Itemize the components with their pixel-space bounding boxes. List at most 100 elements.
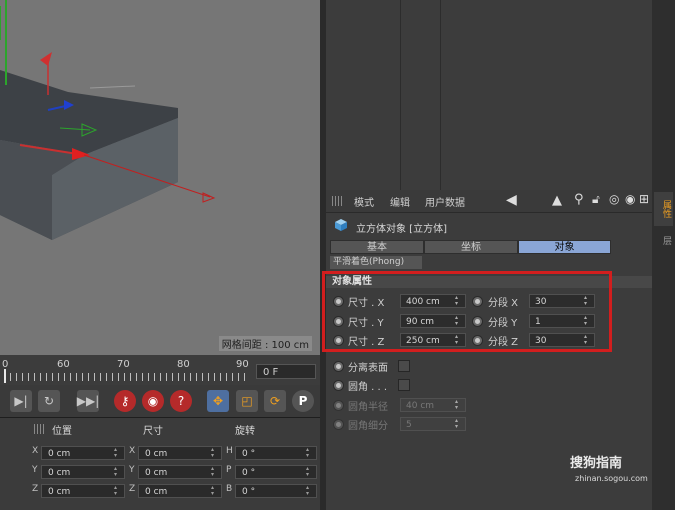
size-axis-label: Y	[129, 465, 135, 475]
animate-radio[interactable]	[333, 296, 344, 307]
viewport-scene	[0, 0, 216, 240]
rotation-b-field[interactable]: 0 °	[235, 484, 317, 498]
size-z-label: 尺寸 . Z	[348, 337, 385, 348]
viewport[interactable]: 网格间距 : 100 cm	[0, 0, 320, 355]
timeline-tick: 90	[236, 359, 249, 370]
side-tab-strip: 属性 层	[652, 0, 675, 510]
menu-mode[interactable]: 模式	[354, 194, 374, 209]
current-frame-field[interactable]: 0 F	[256, 364, 316, 379]
search-icon[interactable]: ⚲	[574, 192, 584, 207]
tab-object[interactable]: 对象	[518, 240, 611, 254]
animate-radio	[333, 400, 344, 411]
p-icon: P	[298, 394, 308, 408]
key-icon: ⚷	[120, 394, 130, 408]
separate-surfaces-checkbox[interactable]	[398, 360, 410, 372]
parameter-key-button[interactable]: P	[292, 390, 314, 412]
panel-grip-icon[interactable]	[332, 196, 344, 206]
position-z-field[interactable]: 0 cm	[41, 484, 125, 498]
menu-user-data[interactable]: 用户数据	[425, 194, 465, 209]
rot-axis-label: P	[226, 465, 232, 475]
size-z-field[interactable]: 250 cm	[400, 333, 466, 347]
scale-key-button[interactable]: ◰	[236, 390, 258, 412]
question-icon: ?	[177, 394, 185, 408]
segments-y-label: 分段 Y	[488, 318, 518, 329]
timeline-tick: 80	[177, 359, 190, 370]
transport-bar: ▶| ↻ ▶▶| ⚷ ◉ ? ✥ ◰ ⟳ P	[0, 385, 320, 417]
side-tab-layers[interactable]: 层	[654, 230, 673, 250]
coords-row-x: X 0 cm X 0 cm H 0 °	[0, 446, 320, 462]
animate-radio[interactable]	[333, 316, 344, 327]
position-x-field[interactable]: 0 cm	[41, 446, 125, 460]
pos-axis-label: X	[32, 446, 39, 456]
timeline[interactable]: 0 60 70 80 90 0 F	[0, 355, 320, 385]
timeline-playhead[interactable]	[4, 369, 6, 383]
coords-header-rotation: 旋转	[235, 426, 255, 437]
move-icon: ✥	[212, 394, 224, 408]
size-y-field[interactable]: 0 cm	[138, 465, 222, 479]
animate-radio[interactable]	[333, 361, 344, 372]
rotation-p-field[interactable]: 0 °	[235, 465, 317, 479]
play-forward-button[interactable]: ▶|	[10, 390, 32, 412]
auto-key-button[interactable]: ◉	[142, 390, 164, 412]
record-key-button[interactable]: ⚷	[114, 390, 136, 412]
new-panel-icon[interactable]: ⊞	[639, 192, 649, 206]
fillet-radius-field: 40 cm	[400, 398, 466, 412]
tab-basic[interactable]: 基本	[330, 240, 424, 254]
menu-edit[interactable]: 编辑	[390, 194, 410, 209]
tab-phong[interactable]: 平滑着色(Phong)	[330, 256, 422, 269]
size-axis-label: X	[129, 446, 136, 456]
pos-axis-label: Z	[32, 484, 39, 494]
animate-radio[interactable]	[333, 335, 344, 346]
watermark-url: zhinan.sogou.com	[575, 474, 648, 483]
segments-z-field[interactable]: 30	[529, 333, 595, 347]
target-icon[interactable]: ◎	[609, 192, 619, 206]
back-arrow-icon[interactable]: ◀	[506, 192, 517, 208]
timeline-ruler[interactable]	[4, 373, 248, 381]
cube-object-icon	[335, 219, 347, 231]
size-z-field[interactable]: 0 cm	[138, 484, 222, 498]
object-manager[interactable]	[326, 0, 652, 190]
fillet-label: 圆角 . . .	[348, 382, 388, 393]
timeline-tick: 60	[57, 359, 70, 370]
panel-grip-icon[interactable]	[34, 424, 46, 434]
coords-row-z: Z 0 cm Z 0 cm B 0 °	[0, 484, 320, 500]
fillet-checkbox[interactable]	[398, 379, 410, 391]
size-y-field[interactable]: 90 cm	[400, 314, 466, 328]
separate-surfaces-label: 分离表面	[348, 363, 388, 374]
skip-end-icon: ▶▶|	[76, 394, 100, 408]
segments-x-label: 分段 X	[488, 298, 519, 309]
fillet-subdivision-field: 5	[400, 417, 466, 431]
timeline-tick: 70	[117, 359, 130, 370]
size-x-field[interactable]: 400 cm	[400, 294, 466, 308]
lock-icon[interactable]: 🔓︎	[592, 192, 600, 207]
side-tab-attributes[interactable]: 属性	[654, 192, 673, 226]
segments-y-field[interactable]: 1	[529, 314, 595, 328]
go-to-end-button[interactable]: ▶▶|	[77, 390, 99, 412]
size-y-label: 尺寸 . Y	[348, 318, 384, 329]
rotation-h-field[interactable]: 0 °	[235, 446, 317, 460]
animate-radio	[333, 419, 344, 430]
segments-z-label: 分段 Z	[488, 337, 519, 348]
move-key-button[interactable]: ✥	[207, 390, 229, 412]
animate-radio[interactable]	[333, 380, 344, 391]
animate-radio[interactable]	[472, 296, 483, 307]
rotate-key-button[interactable]: ⟳	[264, 390, 286, 412]
position-y-field[interactable]: 0 cm	[41, 465, 125, 479]
loop-button[interactable]: ↻	[38, 390, 60, 412]
segments-x-field[interactable]: 30	[529, 294, 595, 308]
object-title: 立方体对象 [立方体]	[356, 224, 447, 235]
settings-icon[interactable]: ◉	[625, 192, 635, 206]
fillet-subdivision-label: 圆角细分	[348, 421, 388, 432]
animate-radio[interactable]	[472, 335, 483, 346]
animate-radio[interactable]	[472, 316, 483, 327]
tab-coord[interactable]: 坐标	[424, 240, 518, 254]
size-axis-label: Z	[129, 484, 136, 494]
size-x-field[interactable]: 0 cm	[138, 446, 222, 460]
loop-icon: ↻	[43, 394, 55, 408]
coords-header-size: 尺寸	[143, 426, 163, 437]
rot-axis-label: B	[226, 484, 233, 494]
attr-menubar: 模式 编辑 用户数据 ◀ ▲ ⚲ 🔓︎ ◎ ◉ ⊞	[326, 190, 652, 213]
keyframe-help-button[interactable]: ?	[170, 390, 192, 412]
cursor-arrow-icon[interactable]: ▲	[552, 193, 562, 208]
play-icon: ▶|	[14, 394, 28, 408]
